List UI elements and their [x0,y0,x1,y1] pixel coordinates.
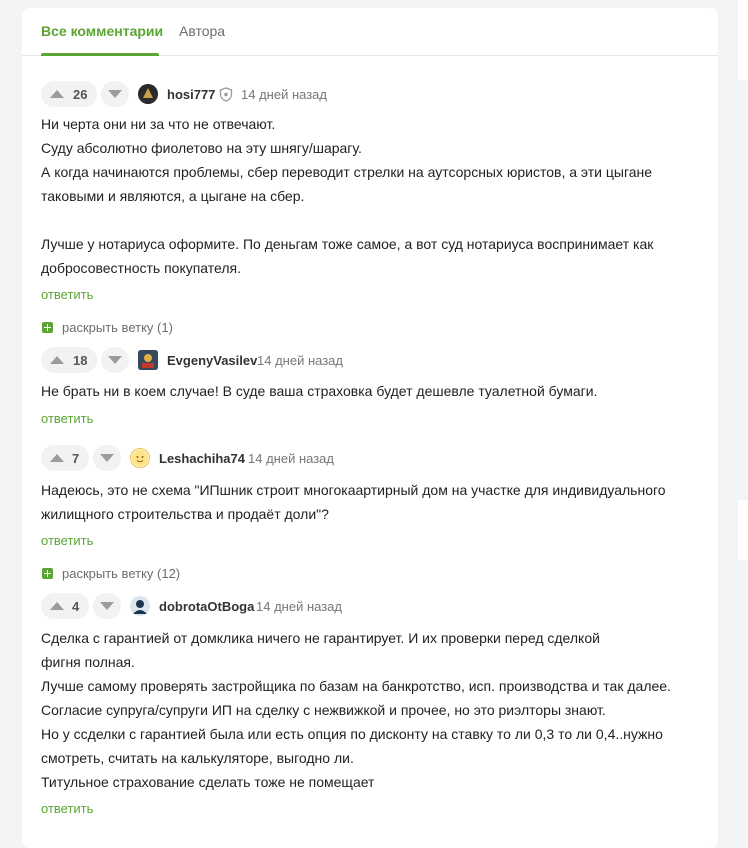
comment-author[interactable]: dobrotaOtBoga [159,599,254,614]
comment-timestamp[interactable]: 14 дней назад [241,87,327,102]
comment-author[interactable]: EvgenyVasilev [167,353,257,368]
downvote-button[interactable] [93,445,121,471]
tab-author[interactable]: Автора [179,23,225,39]
vote-widget: 4 [41,593,89,619]
downvote-button[interactable] [93,593,121,619]
tab-all-comments[interactable]: Все комментарии [41,23,163,39]
vote-widget: 18 [41,347,97,373]
avatar-image-icon [138,84,158,104]
avatar-image-icon [130,596,150,616]
page-right-rail-lower [738,500,748,560]
comment-header: 26 hosi777 14 дней назад [41,81,381,109]
downvote-button[interactable] [101,347,129,373]
avatar[interactable] [130,596,150,616]
comment-line: жилищного строительства и продаёт доли"? [41,506,329,522]
downvote-arrow-icon [108,90,122,98]
comment-line: Лучше у нотариуса оформите. По деньгам т… [41,236,654,252]
comment-timestamp[interactable]: 14 дней назад [256,599,342,614]
downvote-arrow-icon [100,602,114,610]
comment-line: Суду абсолютно фиолетово на эту шнягу/ша… [41,140,362,156]
vote-count: 4 [72,599,80,614]
upvote-arrow-icon[interactable] [50,454,64,462]
comment-author[interactable]: hosi777 [167,87,215,102]
comment-line: таковыми и являются, а цыгане на сбер. [41,188,305,204]
comment-line: смотреть, считать на калькуляторе, выгод… [41,750,354,766]
vote-widget: 7 [41,445,89,471]
upvote-arrow-icon[interactable] [50,90,64,98]
comment-timestamp[interactable]: 14 дней назад [257,353,343,368]
avatar[interactable] [138,350,158,370]
downvote-button[interactable] [101,81,129,107]
comment-line: Не брать ни в коем случае! В суде ваша с… [41,383,598,399]
vote-count: 18 [73,353,88,368]
plus-icon [42,568,53,579]
comment-line: А когда начинаются проблемы, сбер перево… [41,164,653,180]
reply-link[interactable]: ответить [41,801,93,816]
verified-shield-icon [219,87,233,107]
comment-line: Надеюсь, это не схема "ИПшник строит мно… [41,482,666,498]
comment-header: 7 Leshachiha74 14 дней назад [41,445,381,473]
comment-line: добросовестность покупателя. [41,260,242,276]
comments-card: Все комментарии Автора 26 hosi777 14 дне… [22,8,718,848]
vote-count: 7 [72,451,80,466]
comment-header: 4 dobrotaOtBoga 14 дней назад [41,593,381,621]
avatar[interactable] [138,84,158,104]
plus-icon [42,322,53,333]
active-tab-indicator [41,53,159,56]
comment-text: Ни черта они ни за что не отвечают. Суду… [41,112,701,280]
expand-thread-button[interactable]: раскрыть ветку (1) [42,320,173,335]
comment-text: Сделка с гарантией от домклика ничего не… [41,626,701,794]
expand-thread-button[interactable]: раскрыть ветку (12) [42,566,180,581]
comment-timestamp[interactable]: 14 дней назад [248,451,334,466]
vote-count: 26 [73,87,88,102]
comment-line: фигня полная. [41,654,135,670]
downvote-arrow-icon [108,356,122,364]
expand-thread-label: раскрыть ветку (12) [62,566,181,581]
avatar[interactable] [130,448,150,468]
comment-line: Сделка с гарантией от домклика ничего не… [41,630,600,646]
downvote-arrow-icon [100,454,114,462]
comment-author[interactable]: Leshachiha74 [159,451,245,466]
comment-line: Согласие супруга/супруги ИП на сделку с … [41,702,606,718]
avatar-image-icon [132,450,148,466]
comment-line: Лучше самому проверять застройщика по ба… [41,678,671,694]
comment-line: Но у ссделки с гарантией была или есть о… [41,726,663,742]
comments-tabs: Все комментарии Автора [22,8,718,56]
comment-blank-line [41,208,701,232]
avatar-image-icon [138,350,158,370]
page-right-rail [738,0,748,80]
comment-line: Титульное страхование сделать тоже не по… [41,774,375,790]
vote-widget: 26 [41,81,97,107]
reply-link[interactable]: ответить [41,411,93,426]
comment-text: Надеюсь, это не схема "ИПшник строит мно… [41,478,701,526]
reply-link[interactable]: ответить [41,533,93,548]
expand-thread-label: раскрыть ветку (1) [62,320,173,335]
reply-link[interactable]: ответить [41,287,93,302]
comment-header: 18 EvgenyVasilev 14 дней назад [41,347,381,375]
upvote-arrow-icon[interactable] [50,356,64,364]
upvote-arrow-icon[interactable] [50,602,64,610]
comment-line: Ни черта они ни за что не отвечают. [41,116,276,132]
comment-text: Не брать ни в коем случае! В суде ваша с… [41,379,701,403]
